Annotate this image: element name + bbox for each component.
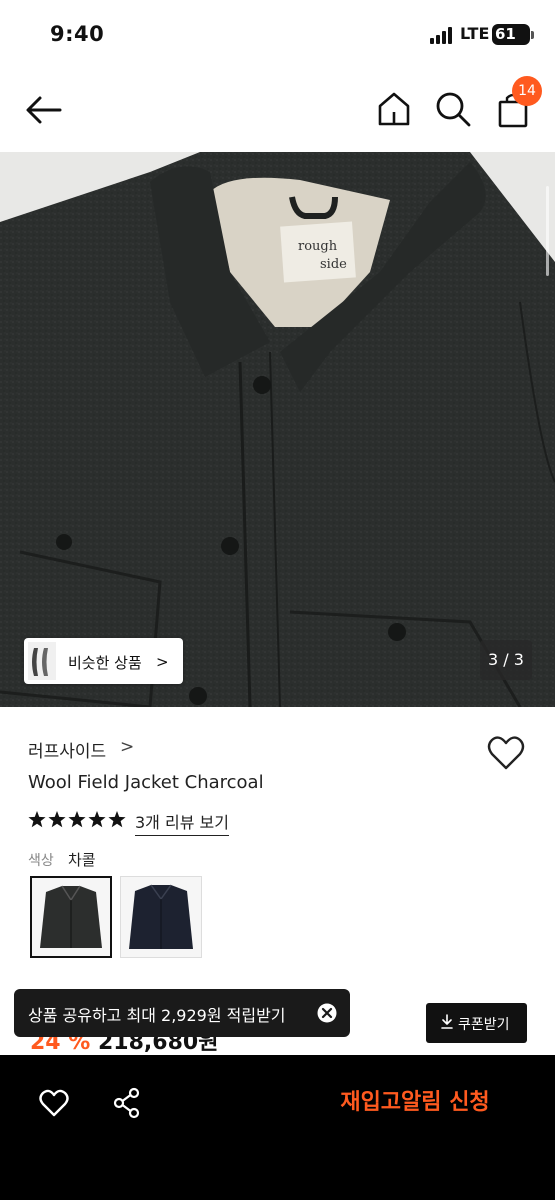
product-image[interactable]: rough side bbox=[0, 152, 555, 707]
signal-icon bbox=[430, 27, 452, 44]
gallery-scrollbar bbox=[546, 186, 549, 276]
app-header: 14 bbox=[0, 70, 555, 152]
similar-products-thumbnail-icon bbox=[28, 642, 56, 680]
network-label: LTE bbox=[460, 24, 490, 43]
jacket-navy-thumbnail bbox=[121, 877, 201, 957]
brand-label-text-2: side bbox=[320, 257, 347, 272]
battery-icon: 61 bbox=[492, 24, 530, 45]
color-value: 차콜 bbox=[68, 851, 96, 869]
wishlist-heart-icon[interactable] bbox=[486, 734, 526, 772]
home-icon[interactable] bbox=[376, 90, 412, 128]
jacket-charcoal-thumbnail bbox=[32, 878, 110, 956]
restock-notification-button[interactable]: 재입고알림 신청 bbox=[315, 1083, 515, 1123]
view-reviews-link[interactable]: 3개 리뷰 보기 bbox=[135, 809, 229, 836]
coupon-label: 쿠폰받기 bbox=[458, 1017, 510, 1033]
bottom-action-bar bbox=[0, 1055, 555, 1200]
jacket-photo: rough side bbox=[0, 152, 555, 707]
share-icon[interactable] bbox=[112, 1087, 142, 1119]
like-heart-icon[interactable] bbox=[38, 1087, 70, 1119]
status-bar: 9:40 LTE 61 bbox=[0, 0, 555, 70]
star-icon bbox=[88, 811, 106, 828]
brand-label-text-1: rough bbox=[298, 239, 338, 254]
download-icon bbox=[441, 1014, 453, 1029]
battery-nub bbox=[531, 31, 534, 39]
similar-products-label: 비슷한 상품 bbox=[68, 654, 142, 672]
cart-count-badge: 14 bbox=[512, 76, 542, 106]
search-icon[interactable] bbox=[434, 90, 472, 128]
color-label: 색상 bbox=[28, 853, 54, 869]
swatch-navy[interactable] bbox=[120, 876, 202, 958]
product-name: Wool Field Jacket Charcoal bbox=[28, 772, 264, 793]
brand-chevron-icon: > bbox=[120, 737, 135, 757]
star-icon bbox=[28, 811, 46, 828]
close-icon[interactable] bbox=[317, 1003, 337, 1023]
rating-stars bbox=[28, 811, 126, 828]
star-icon bbox=[48, 811, 66, 828]
brand-link[interactable]: 러프사이드 bbox=[28, 737, 106, 762]
swatch-charcoal[interactable] bbox=[30, 876, 112, 958]
chevron-right-icon: > bbox=[156, 653, 169, 671]
image-counter: 3 / 3 bbox=[480, 640, 532, 680]
status-time: 9:40 bbox=[50, 22, 105, 46]
star-icon bbox=[68, 811, 86, 828]
back-arrow-icon[interactable] bbox=[24, 92, 64, 128]
toast-text: 상품 공유하고 최대 2,929원 적립받기 bbox=[28, 1006, 286, 1025]
star-icon bbox=[108, 811, 126, 828]
